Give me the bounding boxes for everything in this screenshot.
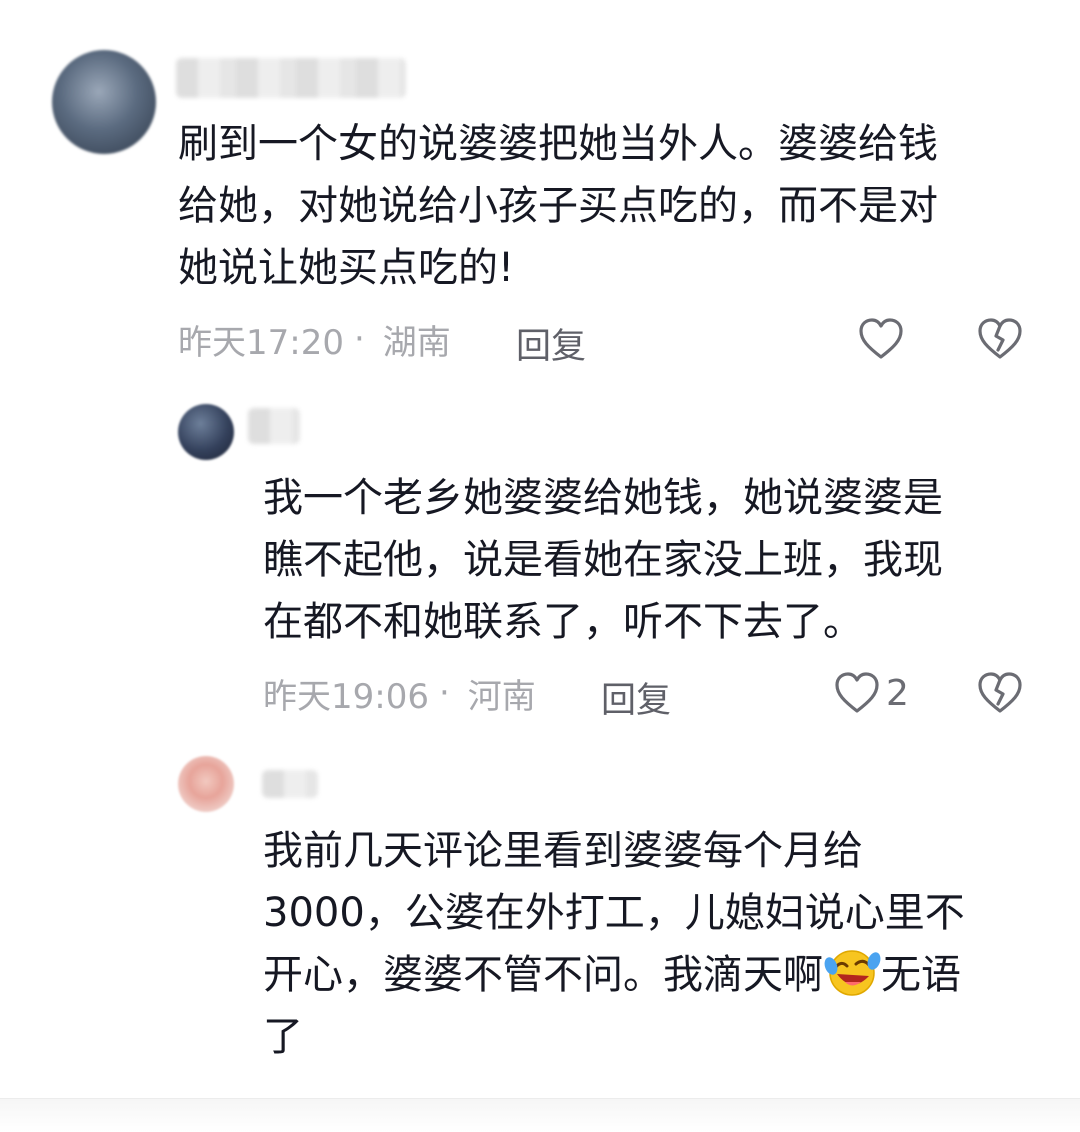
comment-line: 她说让她买点吃的!	[178, 245, 515, 291]
comment-line: 我前几天评论里看到婆婆每个月给	[263, 828, 863, 874]
comment-meta: 昨天17:20 · 湖南 回复	[178, 314, 586, 367]
comment-line: 我一个老乡她婆婆给她钱，她说婆婆是	[263, 475, 943, 521]
comment-line: 了	[263, 1014, 303, 1060]
comment-location: 湖南	[382, 322, 451, 363]
comment-text: 我一个老乡她婆婆给她钱，她说婆婆是 瞧不起他，说是看她在家没上班，我现 在都不和…	[263, 467, 943, 653]
comment-meta: 昨天19:06 · 河南 回复	[263, 668, 671, 721]
avatar[interactable]	[178, 404, 234, 460]
meta-separator: ·	[438, 673, 450, 713]
broken-heart-icon	[978, 672, 1022, 713]
comment-text: 刷到一个女的说婆婆把她当外人。婆婆给钱 给她，对她说给小孩子买点吃的，而不是对 …	[178, 113, 938, 299]
like-button[interactable]: 2	[832, 668, 909, 718]
comment-text-segment: 无语	[881, 952, 961, 998]
heart-outline-icon	[835, 672, 879, 713]
reply-button[interactable]: 回复	[516, 318, 586, 369]
heart-outline-icon	[859, 318, 903, 359]
comment-time: 昨天19:06	[263, 676, 429, 717]
comment-location: 河南	[467, 676, 536, 717]
comment-text-segment: 开心，婆婆不管不问。我滴天啊	[263, 952, 823, 998]
avatar[interactable]	[178, 756, 234, 812]
comment-line: 开心，婆婆不管不问。我滴天啊 无语	[263, 944, 965, 1006]
reply-button[interactable]: 回复	[601, 672, 671, 723]
comment-text: 我前几天评论里看到婆婆每个月给 3000，公婆在外打工，儿媳妇说心里不 开心，婆…	[263, 820, 965, 1068]
meta-separator: ·	[353, 319, 365, 359]
broken-heart-icon	[978, 318, 1022, 359]
avatar[interactable]	[52, 50, 156, 154]
like-count: 2	[886, 672, 909, 714]
comment-line: 瞧不起他，说是看她在家没上班，我现	[263, 537, 943, 583]
comment-line: 在都不和她联系了，听不下去了。	[263, 599, 863, 645]
comment-time: 昨天17:20	[178, 322, 344, 363]
like-button[interactable]	[856, 314, 906, 364]
dislike-button[interactable]	[975, 668, 1025, 718]
username-blurred[interactable]	[248, 408, 300, 444]
rolling-laughing-emoji-icon	[824, 950, 881, 996]
comment-line: 3000，公婆在外打工，儿媳妇说心里不	[263, 890, 965, 936]
comment-line: 刷到一个女的说婆婆把她当外人。婆婆给钱	[178, 121, 938, 167]
comment-line: 给她，对她说给小孩子买点吃的，而不是对	[178, 183, 938, 229]
bottom-edge	[0, 1098, 1080, 1132]
username-blurred[interactable]	[262, 770, 318, 798]
dislike-button[interactable]	[975, 314, 1025, 364]
username-blurred[interactable]	[176, 58, 406, 98]
